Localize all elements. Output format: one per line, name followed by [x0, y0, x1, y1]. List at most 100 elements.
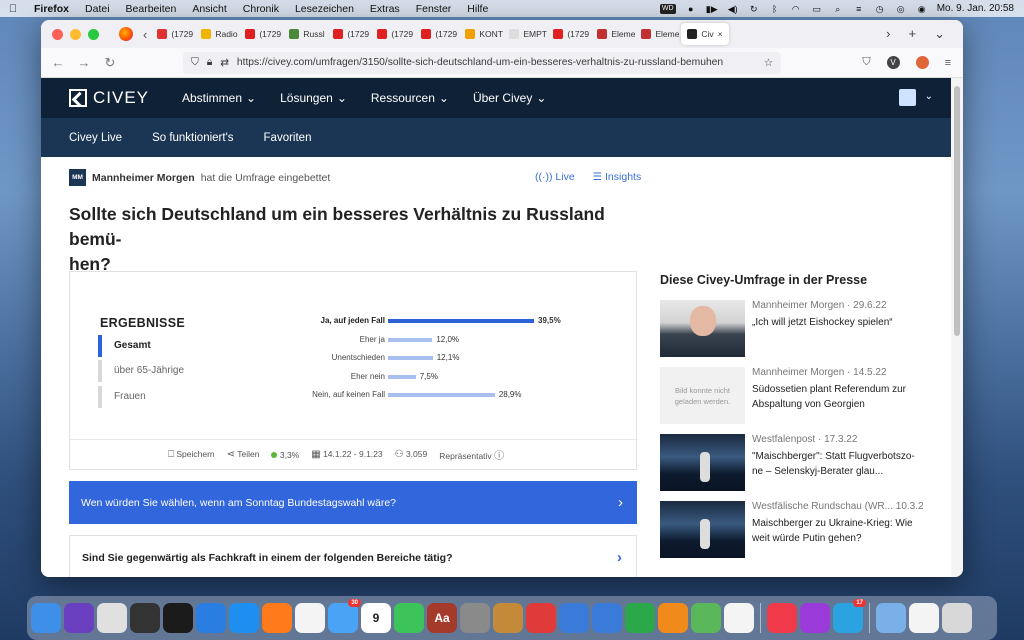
dock-trash-icon[interactable]	[942, 603, 972, 633]
browser-tab[interactable]: Radio	[195, 20, 239, 48]
dock-chrome-icon[interactable]	[295, 603, 325, 633]
control-center-icon[interactable]: ≡	[853, 4, 865, 14]
browser-tab[interactable]: Russl	[283, 20, 327, 48]
press-item[interactable]: Bild konnte nicht geladen werden. Mannhei…	[660, 367, 910, 425]
menu-app-name[interactable]: Firefox	[26, 3, 77, 15]
publisher-name[interactable]: Mannheimer Morgen	[92, 172, 195, 184]
volume-icon[interactable]: ◀)	[727, 4, 739, 14]
clock-icon[interactable]: ◷	[874, 4, 886, 14]
firefox-view-icon[interactable]	[119, 27, 133, 41]
dock-safari-icon[interactable]	[229, 603, 259, 633]
menu-bookmarks[interactable]: Lesezeichen	[287, 3, 362, 15]
minimize-window-button[interactable]	[70, 28, 81, 40]
dock-firefox-icon[interactable]	[262, 603, 292, 633]
reload-button[interactable]: ↻	[97, 55, 123, 71]
new-tab-button[interactable]: +	[909, 26, 917, 42]
forward-button[interactable]: →	[71, 55, 97, 70]
browser-tab[interactable]: (1729	[371, 20, 415, 48]
press-item[interactable]: Westfalenpost · 17.3.22 "Maischberger": S…	[660, 434, 915, 492]
media-icon[interactable]: ▮▶	[706, 4, 718, 14]
dock-numbers-icon[interactable]	[625, 603, 655, 633]
close-tab-icon[interactable]: ×	[718, 29, 723, 39]
wifi-icon[interactable]: ◠	[790, 4, 802, 14]
hamburger-menu-icon[interactable]: ≡	[945, 57, 951, 69]
battery-icon[interactable]: ▭	[811, 4, 823, 14]
bookmark-star-icon[interactable]: ☆	[764, 57, 773, 69]
dock-calendar-icon[interactable]: 9	[361, 603, 391, 633]
dock-preview-icon[interactable]	[559, 603, 589, 633]
zoom-window-button[interactable]	[88, 28, 99, 40]
dock-archive-icon[interactable]	[493, 603, 523, 633]
dock-maps-icon[interactable]	[691, 603, 721, 633]
dock-photos-icon[interactable]	[724, 603, 754, 633]
browser-tab[interactable]: (1729	[151, 20, 195, 48]
lock-icon[interactable]: 🔒︎	[207, 57, 212, 69]
nav-ueber-civey[interactable]: Über Civey ⌄	[473, 91, 546, 105]
menu-tools[interactable]: Extras	[362, 3, 408, 15]
user-menu-chevron-icon[interactable]: ⌄	[925, 91, 933, 102]
sync-icon[interactable]: ↻	[748, 4, 760, 14]
dock-keynote-icon[interactable]	[592, 603, 622, 633]
live-link[interactable]: ((·)) Live	[535, 171, 575, 183]
url-text[interactable]: https://civey.com/umfragen/3150/sollte-s…	[237, 57, 723, 68]
globe-icon[interactable]: ◎	[895, 4, 907, 14]
back-button[interactable]: ←	[45, 55, 71, 70]
save-button[interactable]: ⎕ Speichern	[168, 449, 215, 460]
dock-documents-icon[interactable]	[909, 603, 939, 633]
dock-mail-icon[interactable]: 30	[328, 599, 361, 633]
menu-view[interactable]: Ansicht	[184, 3, 234, 15]
dock-activity-monitor-icon[interactable]	[163, 603, 193, 633]
segment-gesamt[interactable]: Gesamt	[98, 335, 258, 357]
segment-women[interactable]: Frauen	[98, 386, 258, 408]
dock-music-icon[interactable]	[767, 603, 797, 633]
nav-loesungen[interactable]: Lösungen ⌄	[280, 91, 347, 105]
browser-tab[interactable]: (1729	[415, 20, 459, 48]
menu-clock[interactable]: Mo. 9. Jan. 20:58	[937, 3, 1014, 14]
press-item[interactable]: Westfälische Rundschau (WR... 10.3.2 Mais…	[660, 501, 924, 559]
next-question-2[interactable]: Sind Sie gegenwärtig als Fachkraft in ei…	[69, 535, 637, 577]
dock-folder-icon[interactable]	[876, 603, 906, 633]
subnav-favorites[interactable]: Favoriten	[264, 132, 312, 144]
dock-telegram-icon[interactable]: 17	[833, 599, 866, 633]
user-avatar[interactable]	[899, 89, 916, 106]
dock-finder-icon[interactable]	[31, 603, 61, 633]
nav-ressourcen[interactable]: Ressourcen ⌄	[371, 91, 449, 105]
browser-tab[interactable]: (1729	[547, 20, 591, 48]
subnav-civey-live[interactable]: Civey Live	[69, 132, 122, 144]
insights-link[interactable]: ☰ Insights	[593, 171, 642, 183]
wd-drive-icon[interactable]: WD	[659, 3, 676, 14]
menu-window[interactable]: Fenster	[408, 3, 460, 15]
menu-edit[interactable]: Bearbeiten	[118, 3, 185, 15]
dock-photo-booth-icon[interactable]	[526, 603, 556, 633]
tab-scroll-right-icon[interactable]: ›	[886, 26, 890, 42]
representative[interactable]: Repräsentativ ⓘ	[439, 447, 504, 462]
page-scrollbar[interactable]	[951, 78, 963, 577]
dock-podcasts-icon[interactable]	[800, 603, 830, 633]
segment-over-65[interactable]: über 65-Jährige	[98, 360, 258, 382]
tab-scroll-left-icon[interactable]: ‹	[143, 27, 147, 42]
scrollbar-thumb[interactable]	[954, 86, 960, 336]
search-icon[interactable]: ⌕	[832, 4, 844, 14]
menu-file[interactable]: Datei	[77, 3, 118, 15]
browser-tab[interactable]: Eleme	[591, 20, 635, 48]
duckduckgo-icon[interactable]	[915, 56, 929, 69]
subnav-how-it-works[interactable]: So funktioniert's	[152, 132, 233, 144]
browser-tab[interactable]: EMPTY	[503, 20, 547, 48]
close-window-button[interactable]	[52, 28, 63, 40]
press-item[interactable]: Mannheimer Morgen · 29.6.22 „Ich will jet…	[660, 300, 910, 358]
dock-launchpad-icon[interactable]	[97, 603, 127, 633]
pocket-icon[interactable]: ⛉	[862, 56, 870, 69]
apple-menu-icon[interactable]: 	[0, 3, 26, 15]
tab-list-chevron-icon[interactable]: ⌄	[934, 26, 945, 42]
civey-logo[interactable]: CIVEY	[41, 88, 182, 108]
dock-siri-icon[interactable]	[64, 603, 94, 633]
browser-tab[interactable]: Eleme	[635, 20, 679, 48]
dock-dictionary-icon[interactable]: Aa	[427, 603, 457, 633]
menu-help[interactable]: Hilfe	[459, 3, 496, 15]
browser-tab[interactable]: KONTF	[459, 20, 503, 48]
dock-mission-control-icon[interactable]	[130, 603, 160, 633]
bluetooth-icon[interactable]: ᛒ	[769, 4, 781, 14]
dock-system-preferences-icon[interactable]	[460, 603, 490, 633]
share-button[interactable]: ⋖ Teilen	[227, 449, 260, 460]
permissions-icon[interactable]: ⇄	[220, 57, 229, 69]
